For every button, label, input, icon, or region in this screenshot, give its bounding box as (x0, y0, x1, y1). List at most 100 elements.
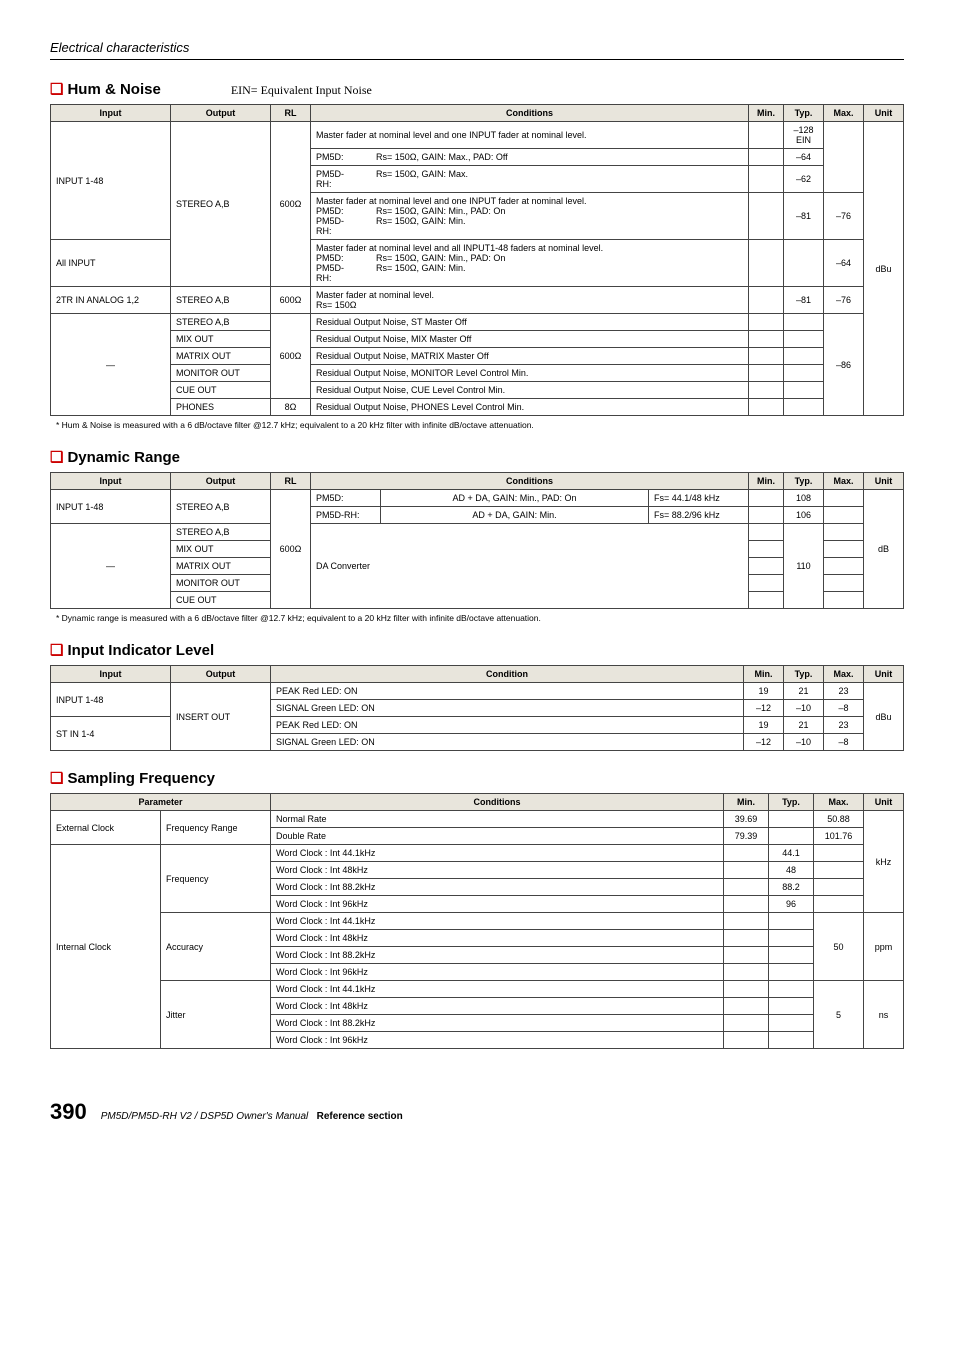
cell-typ: 88.2 (769, 879, 814, 896)
cell-output: MONITOR OUT (171, 575, 271, 592)
cell-typ (769, 981, 814, 998)
cell-input: All INPUT (51, 240, 171, 287)
cell-typ (769, 913, 814, 930)
cell-typ: –62 (784, 166, 824, 193)
cell-typ (784, 399, 824, 416)
cell-cond: Double Rate (271, 828, 724, 845)
cell-min (749, 490, 784, 507)
cell-output: STEREO A,B (171, 314, 271, 331)
cell-min: 19 (744, 717, 784, 734)
cell-p2: Frequency Range (161, 811, 271, 845)
cell-cond: Master fader at nominal level.Rs= 150Ω (311, 287, 749, 314)
hum-noise-table: Input Output RL Conditions Min. Typ. Max… (50, 104, 904, 416)
cell-min (724, 998, 769, 1015)
page-footer: 390 PM5D/PM5D-RH V2 / DSP5D Owner's Manu… (50, 1099, 904, 1125)
cell-cond: PEAK Red LED: ON (271, 717, 744, 734)
cell-output: STEREO A,B (171, 122, 271, 287)
th-max: Max. (824, 666, 864, 683)
cell-cond: Word Clock : Int 88.2kHz (271, 947, 724, 964)
cell-cond: Residual Output Noise, CUE Level Control… (311, 382, 749, 399)
th-rl: RL (271, 105, 311, 122)
cell-min (749, 166, 784, 193)
cell-max (814, 845, 864, 862)
cell-min: 39.69 (724, 811, 769, 828)
cell-typ: 48 (769, 862, 814, 879)
cell-input: — (51, 524, 171, 609)
th-input: Input (51, 105, 171, 122)
cell-max (824, 507, 864, 524)
cell-unit: dBu (864, 122, 904, 416)
footer-text: PM5D/PM5D-RH V2 / DSP5D Owner's Manual R… (101, 1111, 403, 1122)
cell-typ (769, 947, 814, 964)
cell-cond-l: PM5D-RH: (311, 507, 381, 524)
cell-max: 23 (824, 717, 864, 734)
cell-typ: –81 (784, 193, 824, 240)
cell-typ (769, 811, 814, 828)
th-max: Max. (824, 473, 864, 490)
cell-output: MIX OUT (171, 541, 271, 558)
cell-min (749, 507, 784, 524)
th-conditions: Conditions (311, 105, 749, 122)
cell-cond: Word Clock : Int 44.1kHz (271, 981, 724, 998)
table-row: 2TR IN ANALOG 1,2 STEREO A,B 600Ω Master… (51, 287, 904, 314)
cell-min (724, 981, 769, 998)
th-output: Output (171, 105, 271, 122)
cell-min (749, 592, 784, 609)
cell-max: –8 (824, 734, 864, 751)
cell-min (749, 149, 784, 166)
cell-rl: 600Ω (271, 314, 311, 399)
th-unit: Unit (864, 473, 904, 490)
cell-output: MATRIX OUT (171, 558, 271, 575)
cell-input: INPUT 1-48 (51, 490, 171, 524)
table-row: Input Output Condition Min. Typ. Max. Un… (51, 666, 904, 683)
th-max: Max. (824, 105, 864, 122)
cell-min: –12 (744, 700, 784, 717)
cell-typ (784, 382, 824, 399)
cell-min (749, 314, 784, 331)
dynamic-range-footnote: * Dynamic range is measured with a 6 dB/… (50, 613, 904, 623)
cell-output: MONITOR OUT (171, 365, 271, 382)
cell-min (749, 382, 784, 399)
th-input: Input (51, 473, 171, 490)
cell-min (749, 558, 784, 575)
cell-cond: Residual Output Noise, MIX Master Off (311, 331, 749, 348)
cell-min (749, 331, 784, 348)
cell-typ (769, 1032, 814, 1049)
cell-min (724, 862, 769, 879)
cell-min: 19 (744, 683, 784, 700)
cell-typ: 108 (784, 490, 824, 507)
th-min: Min. (724, 794, 769, 811)
cell-typ: 110 (784, 524, 824, 609)
cell-output: PHONES (171, 399, 271, 416)
cell-min (749, 399, 784, 416)
cell-cond: Word Clock : Int 48kHz (271, 998, 724, 1015)
th-typ: Typ. (784, 473, 824, 490)
cell-typ: –10 (784, 734, 824, 751)
cell-p2: Accuracy (161, 913, 271, 981)
cell-min (749, 348, 784, 365)
th-min: Min. (744, 666, 784, 683)
cell-max (824, 575, 864, 592)
cell-max: 101.76 (814, 828, 864, 845)
cell-min (724, 845, 769, 862)
cell-max (814, 862, 864, 879)
cell-min (749, 193, 784, 240)
th-condition: Condition (271, 666, 744, 683)
th-typ: Typ. (769, 794, 814, 811)
cell-cond: PM5D-RH:Rs= 150Ω, GAIN: Max. (311, 166, 749, 193)
cell-max (824, 558, 864, 575)
cell-cond: Word Clock : Int 44.1kHz (271, 845, 724, 862)
cell-typ (784, 240, 824, 287)
cell-typ (769, 1015, 814, 1032)
th-unit: Unit (864, 666, 904, 683)
th-unit: Unit (864, 105, 904, 122)
cell-cond-l: PM5D: (311, 490, 381, 507)
cell-p1: External Clock (51, 811, 161, 845)
cell-typ: –64 (784, 149, 824, 166)
cell-min (724, 879, 769, 896)
cell-input: ST IN 1-4 (51, 717, 171, 751)
th-conditions: Conditions (271, 794, 724, 811)
th-min: Min. (749, 105, 784, 122)
cell-typ (784, 314, 824, 331)
cell-output: STEREO A,B (171, 490, 271, 524)
